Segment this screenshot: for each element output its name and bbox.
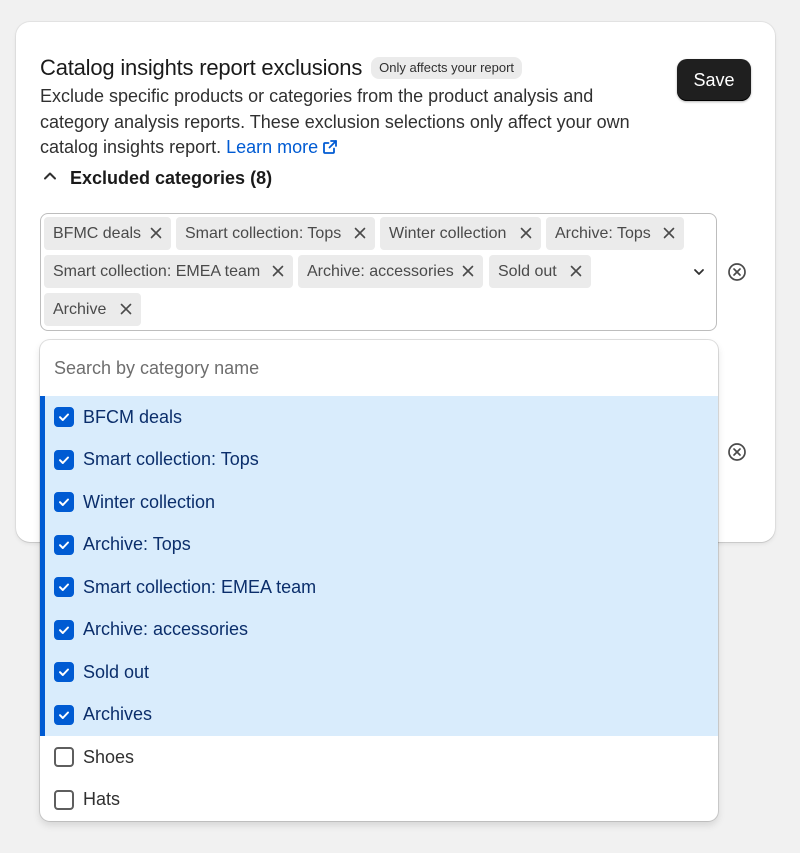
checkbox[interactable] — [54, 619, 74, 640]
page-title: Catalog insights report exclusions — [40, 55, 363, 80]
tag-label: BFMC deals — [53, 224, 142, 242]
option-item[interactable]: Sold out — [40, 651, 718, 694]
tag-label: Archive: Tops — [555, 224, 651, 242]
option-label: Shoes — [83, 746, 135, 767]
search-row — [40, 340, 718, 396]
option-label: Archive: Tops — [83, 534, 191, 555]
tag-label: Archive — [53, 300, 107, 318]
option-label: BFCM deals — [83, 406, 183, 427]
checkbox[interactable] — [54, 662, 74, 682]
option-label: Archives — [83, 704, 153, 725]
x-icon[interactable] — [149, 226, 163, 240]
description: Exclude specific products or categories … — [40, 84, 650, 163]
learn-more-label: Learn more — [226, 137, 319, 157]
tag: Archive: Tops — [546, 217, 684, 250]
category-dropdown: BFCM deals Smart collection: Tops Winter… — [40, 340, 718, 821]
tag: Archive — [44, 293, 141, 326]
scope-badge: Only affects your report — [371, 57, 523, 79]
x-icon[interactable] — [353, 226, 367, 240]
checkbox[interactable] — [54, 407, 74, 427]
chevron-up-icon — [42, 168, 58, 189]
option-item[interactable]: Smart collection: Tops — [40, 438, 718, 481]
option-item[interactable]: Archives — [40, 693, 718, 736]
checkbox[interactable] — [54, 704, 74, 725]
option-item[interactable]: Archive: Tops — [40, 523, 718, 566]
tag: Sold out — [489, 255, 591, 288]
option-item[interactable]: BFCM deals — [40, 396, 718, 439]
option-label: Sold out — [83, 661, 150, 682]
chevron-down-icon[interactable] — [692, 265, 706, 284]
option-label: Smart collection: EMEA team — [83, 576, 317, 597]
external-link-icon — [322, 137, 338, 163]
option-item[interactable]: Shoes — [40, 736, 718, 779]
x-icon[interactable] — [662, 226, 676, 240]
checkbox[interactable] — [54, 449, 74, 470]
category-search-input[interactable] — [54, 357, 654, 379]
x-icon[interactable] — [119, 302, 133, 316]
tag-label: Smart collection: Tops — [185, 224, 342, 242]
x-circle-icon[interactable] — [727, 442, 747, 467]
tag-label: Smart collection: EMEA team — [53, 262, 261, 280]
checkbox[interactable] — [54, 789, 74, 810]
title-row: Catalog insights report exclusions Only … — [40, 55, 523, 81]
checkbox[interactable] — [54, 492, 74, 512]
tag-label: Winter collection — [389, 224, 507, 242]
save-button[interactable]: Save — [677, 59, 751, 101]
excluded-categories-toggle[interactable]: Excluded categories (8) — [42, 168, 272, 189]
x-icon[interactable] — [569, 264, 583, 278]
x-icon[interactable] — [519, 226, 533, 240]
checkbox[interactable] — [54, 747, 74, 767]
tag: Smart collection: Tops — [176, 217, 375, 250]
tag-label: Sold out — [498, 262, 557, 280]
tag: Winter collection — [380, 217, 541, 250]
option-label: Hats — [83, 789, 121, 810]
learn-more-link[interactable]: Learn more — [226, 137, 338, 157]
x-circle-icon[interactable] — [727, 262, 747, 287]
tag: BFMC deals — [44, 217, 171, 250]
tag: Archive: accessories — [298, 255, 483, 288]
option-item[interactable]: Winter collection — [40, 481, 718, 524]
option-label: Archive: accessories — [83, 619, 249, 640]
option-item[interactable]: Archive: accessories — [40, 608, 718, 651]
tag-label: Archive: accessories — [307, 262, 454, 280]
category-combobox[interactable]: BFMC deals Smart collection: Tops Winter… — [40, 213, 717, 331]
option-label: Smart collection: Tops — [83, 449, 259, 470]
tag: Smart collection: EMEA team — [44, 255, 293, 288]
x-icon[interactable] — [461, 264, 475, 278]
option-item[interactable]: Hats — [40, 779, 718, 822]
option-item[interactable]: Smart collection: EMEA team — [40, 566, 718, 609]
checkbox[interactable] — [54, 534, 74, 555]
x-icon[interactable] — [271, 264, 285, 278]
option-label: Winter collection — [83, 491, 216, 512]
excluded-categories-label: Excluded categories (8) — [70, 168, 273, 188]
checkbox[interactable] — [54, 577, 74, 597]
